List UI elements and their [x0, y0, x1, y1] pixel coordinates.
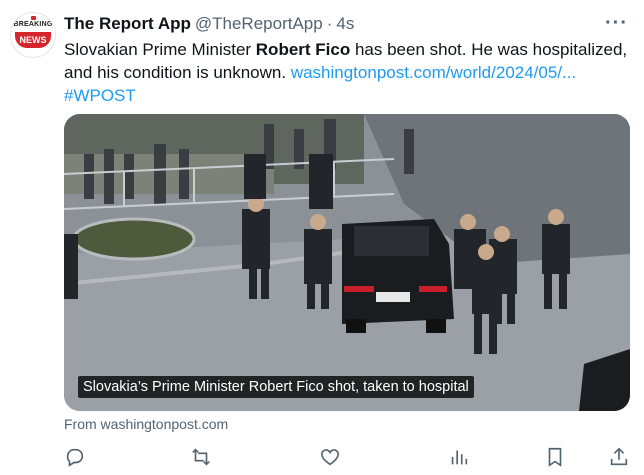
- media-caption: Slovakia’s Prime Minister Robert Fico sh…: [78, 376, 474, 398]
- tweet-timestamp[interactable]: 4s: [336, 14, 354, 34]
- share-icon[interactable]: [608, 446, 630, 468]
- reply-icon[interactable]: [64, 446, 86, 468]
- avatar[interactable]: BREAKING NEWS: [10, 12, 56, 58]
- avatar-news-label: NEWS: [15, 32, 51, 48]
- tweet-text: Slovakian Prime Minister Robert Fico has…: [64, 38, 630, 107]
- avatar-accent: [31, 16, 36, 20]
- media-image[interactable]: Slovakia’s Prime Minister Robert Fico sh…: [64, 114, 630, 411]
- analytics-icon[interactable]: [448, 446, 470, 468]
- car: [342, 219, 454, 333]
- tweet-text-part1: Slovakian Prime Minister: [64, 40, 256, 59]
- tweet-header: The Report App @TheReportApp · 4s: [64, 13, 354, 35]
- retweet-icon[interactable]: [190, 446, 212, 468]
- news-photo: [64, 114, 630, 411]
- tweet-text-bold: Robert Fico: [255, 40, 351, 59]
- heart-icon[interactable]: [319, 446, 341, 468]
- bookmark-icon[interactable]: [544, 446, 566, 468]
- author-handle[interactable]: @TheReportApp: [195, 14, 323, 34]
- hashtag-link[interactable]: #WPOST: [64, 86, 136, 105]
- avatar-breaking-label: BREAKING: [13, 21, 53, 28]
- action-bar: [64, 444, 630, 470]
- article-link[interactable]: washingtonpost.com/world/2024/05/...: [291, 63, 576, 82]
- more-options-icon[interactable]: ···: [605, 12, 628, 35]
- link-source[interactable]: From washingtonpost.com: [64, 416, 228, 432]
- author-name[interactable]: The Report App: [64, 14, 191, 34]
- header-separator: ·: [326, 14, 333, 33]
